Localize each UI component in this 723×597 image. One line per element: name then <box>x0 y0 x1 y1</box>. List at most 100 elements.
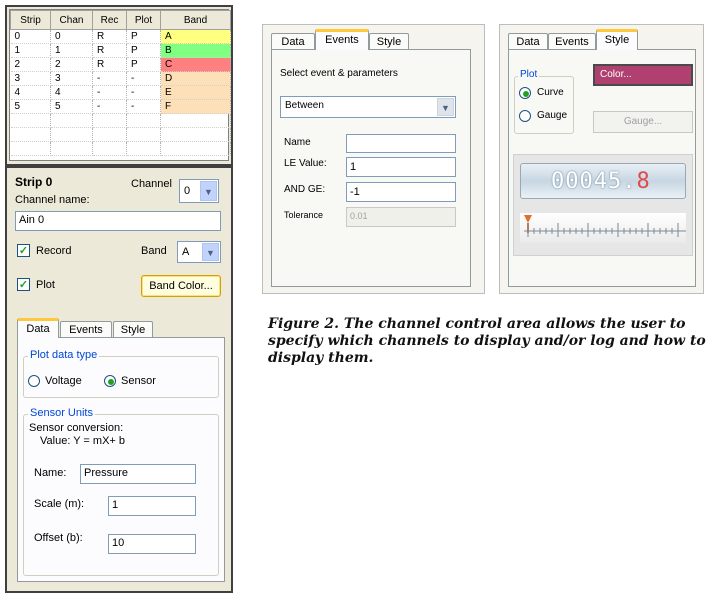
cell-chan: 2 <box>50 57 93 72</box>
band-select[interactable]: A ▼ <box>177 241 221 263</box>
column-header-rec[interactable]: Rec <box>92 10 127 30</box>
plot-checkbox[interactable]: ✓ <box>17 278 30 291</box>
cell-strip: 0 <box>10 29 51 44</box>
cell-rec: R <box>92 29 127 44</box>
cell-chan: 5 <box>50 99 93 114</box>
channel-name-input[interactable]: Ain 0 <box>15 211 221 231</box>
scale-input[interactable]: 1 <box>108 496 196 516</box>
table-row-empty <box>10 127 231 142</box>
chevron-down-icon[interactable]: ▼ <box>437 98 454 116</box>
style-tab-panel: Plot Curve Gauge Color... Gauge... 00045… <box>508 49 696 287</box>
chevron-down-icon[interactable]: ▼ <box>200 181 217 201</box>
column-header-chan[interactable]: Chan <box>50 10 93 30</box>
cell-rec: - <box>92 71 127 86</box>
channel-grid: Strip Chan Rec Plot Band 0 0 R P A 1 1 R… <box>10 10 231 156</box>
tab-data[interactable]: Data <box>17 318 59 338</box>
cell-strip: 3 <box>10 71 51 86</box>
tab-events[interactable]: Events <box>548 33 596 50</box>
conversion-text: Sensor conversion: <box>29 422 124 434</box>
table-row[interactable]: 5 5 - - F <box>10 99 231 114</box>
sensor-radio[interactable] <box>104 375 116 387</box>
color-button[interactable]: Color... <box>593 64 693 86</box>
cell-plot: - <box>126 71 161 86</box>
voltage-radio[interactable] <box>28 375 40 387</box>
le-value-label: LE Value: <box>284 158 327 169</box>
strip-title: Strip 0 <box>15 175 53 189</box>
record-checkbox[interactable]: ✓ <box>17 244 30 257</box>
cell-rec: R <box>92 57 127 72</box>
channel-name-label: Channel name: <box>15 194 90 206</box>
sensor-units-legend: Sensor Units <box>28 407 95 419</box>
cell-band: F <box>160 99 231 114</box>
channel-table[interactable]: Strip Chan Rec Plot Band 0 0 R P A 1 1 R… <box>9 9 231 161</box>
le-value-input[interactable]: 1 <box>346 157 456 177</box>
counter-main-digits: 00045. <box>551 169 637 194</box>
channel-control-panel: Strip Chan Rec Plot Band 0 0 R P A 1 1 R… <box>5 5 233 593</box>
offset-input[interactable]: 10 <box>108 534 196 554</box>
sensor-name-label: Name: <box>34 467 67 479</box>
curve-label: Curve <box>537 87 564 98</box>
plot-type-legend: Plot data type <box>28 349 100 361</box>
table-row[interactable]: 0 0 R P A <box>10 29 231 44</box>
tab-style[interactable]: Style <box>369 33 409 50</box>
conversion-formula: Value: Y = mX+ b <box>40 435 126 447</box>
and-ge-input[interactable]: -1 <box>346 182 456 202</box>
gauge-button[interactable]: Gauge... <box>593 111 693 133</box>
event-name-input[interactable] <box>346 134 456 153</box>
tolerance-label: Tolerance <box>284 210 324 220</box>
plot-label: Plot <box>36 279 55 291</box>
tab-events[interactable]: Events <box>60 321 112 338</box>
and-ge-label: AND GE: <box>284 184 326 195</box>
gauge-scale <box>520 213 686 243</box>
scale-label: Scale (m): <box>34 498 85 510</box>
table-row[interactable]: 2 2 R P C <box>10 57 231 72</box>
cell-rec: - <box>92 85 127 100</box>
cell-plot: - <box>126 99 161 114</box>
offset-label: Offset (b): <box>34 532 83 544</box>
event-type-value: Between <box>285 100 324 111</box>
sensor-label: Sensor <box>121 375 156 387</box>
gauge-preview: 00045.8 <box>513 154 693 256</box>
plot-style-legend: Plot <box>518 69 540 80</box>
table-row[interactable]: 1 1 R P B <box>10 43 231 58</box>
column-header-plot[interactable]: Plot <box>126 10 161 30</box>
cell-band: A <box>160 29 231 44</box>
cell-plot: P <box>126 43 161 58</box>
gauge-scale-ticks <box>524 215 686 237</box>
column-header-band[interactable]: Band <box>160 10 231 30</box>
channel-select-value: 0 <box>184 185 191 197</box>
figure-caption: Figure 2. The channel control area allow… <box>268 316 706 366</box>
tab-data[interactable]: Data <box>271 33 315 50</box>
tolerance-input[interactable]: 0.01 <box>346 207 456 227</box>
pointer-icon <box>524 215 532 223</box>
channel-select[interactable]: 0 ▼ <box>179 179 219 203</box>
chevron-down-icon[interactable]: ▼ <box>202 243 219 261</box>
select-event-label: Select event & parameters <box>280 68 398 79</box>
event-name-label: Name <box>284 137 311 148</box>
cell-chan: 0 <box>50 29 93 44</box>
event-type-select[interactable]: Between ▼ <box>280 96 456 118</box>
tab-events[interactable]: Events <box>315 29 369 50</box>
cell-band: B <box>160 43 231 58</box>
tab-style[interactable]: Style <box>113 321 153 338</box>
band-color-button[interactable]: Band Color... <box>141 275 221 297</box>
column-header-strip[interactable]: Strip <box>10 10 51 30</box>
events-tab-screenshot: Data Events Style Select event & paramet… <box>262 24 485 294</box>
table-row[interactable]: 3 3 - - D <box>10 71 231 86</box>
channel-label: Channel <box>131 178 172 190</box>
sensor-name-input[interactable]: Pressure <box>80 464 196 484</box>
cell-plot: P <box>126 57 161 72</box>
curve-radio[interactable] <box>519 87 531 99</box>
band-select-value: A <box>182 246 190 258</box>
tab-style[interactable]: Style <box>596 29 638 50</box>
panel-divider[interactable] <box>7 164 231 168</box>
cell-strip: 4 <box>10 85 51 100</box>
digital-counter: 00045.8 <box>520 163 686 199</box>
table-header-row: Strip Chan Rec Plot Band <box>10 10 231 30</box>
tab-data[interactable]: Data <box>508 33 548 50</box>
plot-style-group <box>514 76 574 134</box>
table-row[interactable]: 4 4 - - E <box>10 85 231 100</box>
cell-strip: 5 <box>10 99 51 114</box>
counter-digits: 00045.8 <box>551 169 651 194</box>
gauge-radio[interactable] <box>519 110 531 122</box>
